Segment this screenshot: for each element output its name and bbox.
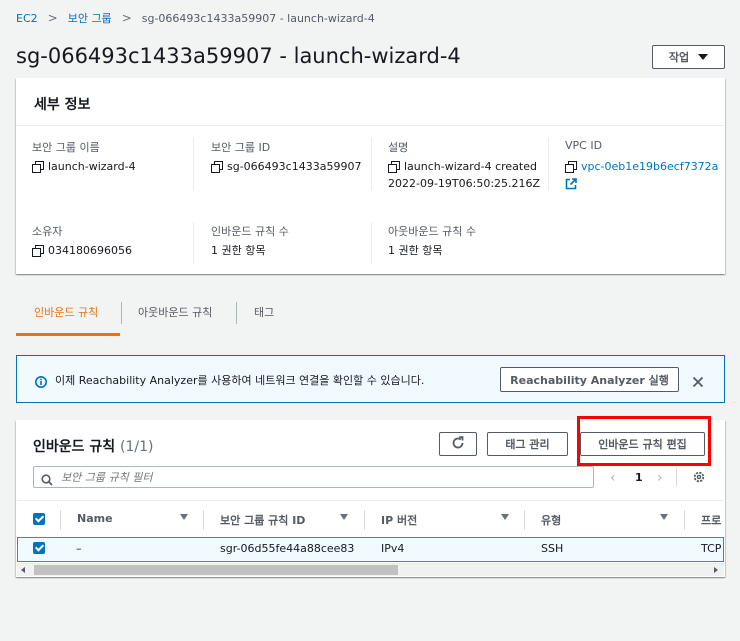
breadcrumb-ec2[interactable]: EC2 (16, 12, 38, 25)
active-tab-indicator (16, 333, 120, 336)
vpc-id-value: vpc-0eb1e19b6ecf7372a (565, 158, 718, 175)
copy-icon[interactable] (388, 161, 400, 173)
close-icon[interactable] (692, 373, 704, 388)
divider (193, 138, 194, 190)
description-value: launch-wizard-4 created (388, 158, 537, 175)
tab-separator (121, 302, 122, 324)
breadcrumb-security-groups[interactable]: 보안 그룹 (68, 10, 112, 26)
scroll-right-icon[interactable] (714, 567, 718, 573)
outbound-count-label: 아웃바운드 규칙 수 (388, 225, 476, 238)
divider (193, 222, 194, 264)
vpc-id-link[interactable]: vpc-0eb1e19b6ecf7372a (581, 158, 718, 175)
search-icon (41, 471, 53, 486)
refresh-icon (451, 435, 465, 453)
divider (371, 138, 372, 190)
row-rule-id: sgr-06d55fe44a88cee83 (220, 542, 355, 555)
horizontal-scrollbar[interactable] (17, 563, 724, 576)
row-checkbox[interactable] (33, 542, 45, 554)
table-row[interactable] (17, 537, 724, 562)
details-title: 세부 정보 (16, 78, 725, 126)
copy-icon[interactable] (32, 245, 44, 257)
divider (203, 510, 204, 530)
description-line1: launch-wizard-4 created (404, 160, 537, 173)
sg-name-text: launch-wizard-4 (48, 160, 136, 173)
gear-icon[interactable] (692, 469, 706, 483)
column-header-rule-id[interactable]: 보안 그룹 규칙 ID (220, 512, 305, 528)
info-banner: 이제 Reachability Analyzer를 사용하여 네트워크 연결을 … (16, 355, 725, 403)
description-line2: 2022-09-19T06:50:25.216Z (388, 177, 541, 190)
divider (17, 500, 724, 501)
refresh-button[interactable] (439, 432, 477, 456)
info-icon (35, 373, 47, 388)
divider (60, 510, 61, 530)
rules-filter-input[interactable] (61, 469, 581, 485)
inbound-count-value: 1 권한 항목 (211, 244, 266, 257)
column-header-name[interactable]: Name (77, 512, 113, 525)
tab-outbound-rules[interactable]: 아웃바운드 규칙 (138, 304, 212, 320)
copy-icon[interactable] (211, 161, 223, 173)
divider (364, 510, 365, 530)
caret-down-icon (698, 54, 709, 60)
row-protocol: TCP (701, 542, 722, 555)
next-page-icon[interactable]: › (657, 470, 663, 486)
column-header-protocol[interactable]: 프로 (701, 512, 721, 528)
sg-name-value: launch-wizard-4 (32, 158, 136, 175)
actions-button[interactable]: 작업 (652, 45, 725, 69)
owner-value: 034180696056 (32, 242, 132, 259)
divider (548, 138, 549, 190)
copy-icon[interactable] (32, 161, 44, 173)
breadcrumb-current: sg-066493c1433a59907 - launch-wizard-4 (141, 11, 375, 25)
row-type: SSH (541, 542, 564, 555)
page-title: sg-066493c1433a59907 - launch-wizard-4 (16, 44, 461, 68)
tab-inbound-rules[interactable]: 인바운드 규칙 (34, 304, 98, 320)
sort-caret-icon[interactable] (340, 514, 348, 520)
inbound-count-label: 인바운드 규칙 수 (211, 225, 289, 238)
divider (524, 510, 525, 530)
chevron-right-icon: > (47, 11, 58, 25)
owner-label: 소유자 (32, 225, 63, 238)
info-message: 이제 Reachability Analyzer를 사용하여 네트워크 연결을 … (55, 374, 425, 387)
sg-id-value: sg-066493c1433a59907 (211, 158, 361, 175)
column-header-ip-version[interactable]: IP 버전 (381, 512, 417, 528)
highlight-box (577, 416, 711, 466)
row-name: – (76, 542, 82, 555)
copy-icon[interactable] (565, 161, 577, 173)
tab-separator (236, 302, 237, 324)
divider (676, 468, 677, 486)
vpc-id-label: VPC ID (565, 139, 603, 152)
rules-title: 인바운드 규칙 (1/1) (33, 436, 154, 456)
page-number[interactable]: 1 (635, 471, 643, 484)
divider (371, 222, 372, 264)
external-link-icon[interactable] (565, 175, 577, 190)
sort-caret-icon[interactable] (660, 514, 668, 520)
scrollbar-thumb[interactable] (34, 565, 398, 575)
run-reachability-analyzer-button[interactable]: Reachability Analyzer 실행 (500, 367, 679, 392)
details-panel: 세부 정보 보안 그룹 이름 launch-wizard-4 보안 그룹 ID … (16, 78, 725, 274)
rules-filter[interactable] (33, 466, 594, 488)
actions-label: 작업 (668, 51, 690, 64)
sg-id-label: 보안 그룹 ID (211, 141, 271, 154)
sort-caret-icon[interactable] (180, 514, 188, 520)
breadcrumb: EC2 > 보안 그룹 > sg-066493c1433a59907 - lau… (16, 10, 375, 26)
sg-name-label: 보안 그룹 이름 (32, 141, 100, 154)
column-header-type[interactable]: 유형 (541, 512, 561, 528)
description-label: 설명 (388, 141, 409, 154)
select-all-checkbox[interactable] (33, 513, 45, 525)
tab-tags[interactable]: 태그 (254, 304, 274, 320)
row-ip-version: IPv4 (381, 542, 405, 555)
manage-tags-button[interactable]: 태그 관리 (487, 432, 568, 456)
rules-title-text: 인바운드 규칙 (33, 439, 116, 455)
chevron-right-icon: > (121, 11, 132, 25)
divider (684, 510, 685, 530)
prev-page-icon[interactable]: ‹ (610, 470, 616, 486)
sg-id-text: sg-066493c1433a59907 (227, 160, 362, 173)
sort-caret-icon[interactable] (501, 514, 509, 520)
outbound-count-value: 1 권한 항목 (388, 244, 443, 257)
rules-count: (1/1) (120, 439, 154, 455)
scroll-left-icon[interactable] (21, 567, 25, 573)
owner-text: 034180696056 (48, 244, 132, 257)
